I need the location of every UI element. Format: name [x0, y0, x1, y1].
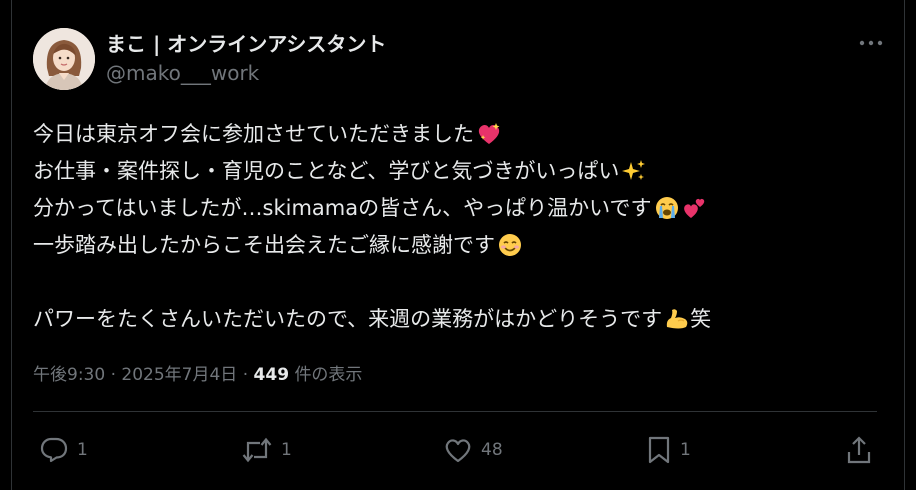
reply-count: 1: [77, 440, 88, 460]
post-line: 今日は東京オフ会に参加させていただきました: [33, 116, 893, 153]
two-hearts-emoji: [682, 195, 706, 232]
flexed-biceps-emoji: [664, 306, 690, 343]
post-time[interactable]: 午後9:30: [33, 365, 105, 385]
action-bar: 1 1 48 1: [0, 430, 916, 470]
reply-button[interactable]: 1: [39, 430, 88, 470]
repost-icon: [241, 436, 273, 464]
avatar[interactable]: [33, 28, 95, 90]
post-line: お仕事・案件探し・育児のことなど、学びと気づきがいっぱい: [33, 153, 893, 190]
crying-face-emoji: [654, 195, 680, 232]
post-meta: 午後9:30 · 2025年7月4日 · 449 件の表示: [33, 360, 362, 385]
post-line: 一歩踏み出したからこそ出会えたご縁に感謝です: [33, 227, 893, 264]
bookmark-count: 1: [680, 440, 691, 460]
more-options-icon[interactable]: [856, 34, 886, 52]
like-count: 48: [481, 440, 503, 460]
views-label: 件の表示: [294, 365, 363, 385]
repost-button[interactable]: 1: [241, 430, 292, 470]
avatar-illustration: [33, 28, 95, 90]
smiling-face-emoji: [497, 232, 523, 269]
bookmark-button[interactable]: 1: [646, 430, 691, 470]
post-line: パワーをたくさんいただいたので、来週の業務がはかどりそうです 笑: [33, 301, 893, 338]
meta-separator: ·: [110, 365, 116, 385]
like-button[interactable]: 48: [443, 430, 503, 470]
post-text: 今日は東京オフ会に参加させていただきました お仕事・案件探し・育児のことなど、学…: [33, 116, 893, 338]
reply-icon: [39, 436, 69, 464]
display-name[interactable]: まこ | オンラインアシスタント: [106, 28, 386, 57]
post-date[interactable]: 2025年7月4日: [121, 365, 237, 385]
repost-count: 1: [281, 440, 292, 460]
post-line: 分かってはいましたが…skimamaの皆さん、やっぱり温かいです: [33, 190, 893, 227]
divider: [33, 411, 877, 412]
share-button[interactable]: [845, 430, 873, 470]
user-handle[interactable]: @mako___work: [106, 61, 259, 85]
bookmark-icon: [646, 435, 672, 465]
heart-icon: [443, 436, 473, 464]
views-count: 449: [253, 365, 290, 385]
meta-separator: ·: [242, 365, 249, 385]
share-icon: [845, 435, 873, 465]
